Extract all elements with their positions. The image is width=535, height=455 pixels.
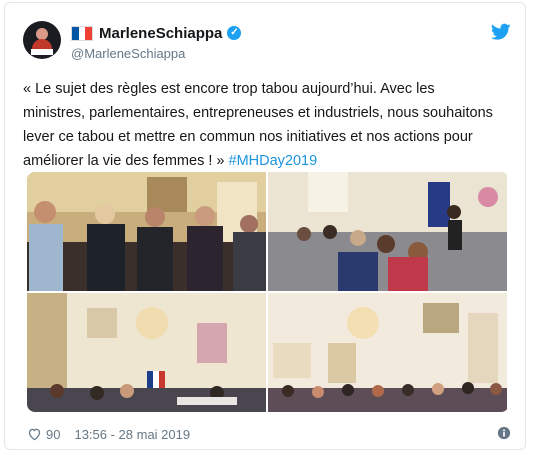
hashtag-link[interactable]: #MHDay2019 <box>229 153 318 169</box>
heart-icon[interactable] <box>27 427 42 441</box>
photo-4[interactable] <box>268 293 507 412</box>
author-block: MarleneSchiappa ✓ @MarleneSchiappa <box>71 23 242 61</box>
like-count[interactable]: 90 <box>46 427 60 442</box>
tweet-card: MarleneSchiappa ✓ @MarleneSchiappa « Le … <box>4 2 526 450</box>
photo-2[interactable] <box>268 172 507 291</box>
france-flag-icon <box>71 25 93 41</box>
tweet-header: MarleneSchiappa ✓ @MarleneSchiappa <box>23 19 511 65</box>
handle[interactable]: @MarleneSchiappa <box>71 46 241 61</box>
display-name[interactable]: MarleneSchiappa <box>99 25 222 42</box>
tweet-text: « Le sujet des règles est encore trop ta… <box>23 77 493 173</box>
twitter-bird-icon[interactable] <box>491 23 511 41</box>
info-icon[interactable] <box>497 426 511 440</box>
verified-badge-icon: ✓ <box>227 26 242 40</box>
timestamp[interactable]: 13:56 - 28 mai 2019 <box>74 427 190 442</box>
tweet-footer: 90 13:56 - 28 mai 2019 <box>27 425 511 443</box>
photo-grid <box>27 172 509 412</box>
photo-1[interactable] <box>27 172 266 291</box>
photo-3[interactable] <box>27 293 266 412</box>
avatar[interactable] <box>23 21 61 59</box>
